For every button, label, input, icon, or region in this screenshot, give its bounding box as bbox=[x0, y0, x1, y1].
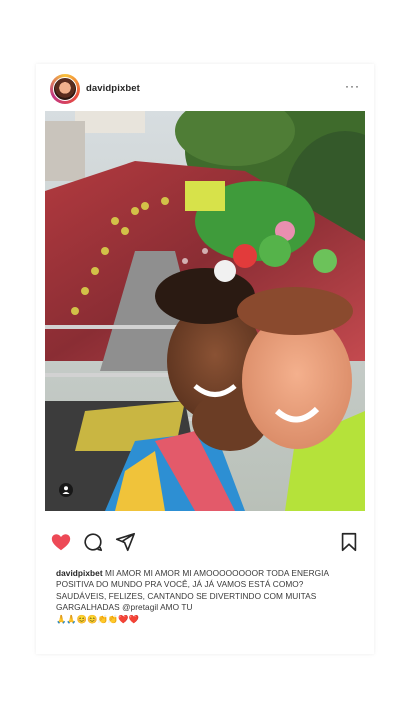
caption-text-end: AMO TU bbox=[160, 602, 193, 613]
avatar-image bbox=[53, 77, 77, 101]
caption-username[interactable]: davidpixbet bbox=[56, 568, 103, 578]
avatar[interactable] bbox=[50, 74, 80, 104]
post-photo[interactable] bbox=[45, 111, 365, 511]
user-tag-icon[interactable] bbox=[59, 483, 73, 497]
comment-icon[interactable] bbox=[82, 531, 104, 553]
post-header: davidpixbet ··· bbox=[36, 64, 374, 114]
caption-mention[interactable]: @pretagil bbox=[122, 602, 158, 612]
post-caption: davidpixbet MI AMOR MI AMOR MI AMOOOOOOO… bbox=[56, 568, 356, 625]
bookmark-icon[interactable] bbox=[338, 531, 360, 553]
instagram-post: davidpixbet ··· davidpixbet MI AMOR MI A… bbox=[36, 64, 374, 654]
page: davidpixbet ··· davidpixbet MI AMOR MI A… bbox=[0, 0, 405, 720]
post-actions bbox=[36, 529, 374, 555]
send-icon[interactable] bbox=[114, 531, 136, 553]
photo-illustration bbox=[45, 111, 365, 511]
caption-emojis: 🙏🙏😊😊👏👏❤️❤️ bbox=[56, 613, 140, 624]
post-username[interactable]: davidpixbet bbox=[86, 83, 140, 94]
more-options-icon[interactable]: ··· bbox=[345, 80, 360, 92]
heart-icon[interactable] bbox=[50, 531, 72, 553]
